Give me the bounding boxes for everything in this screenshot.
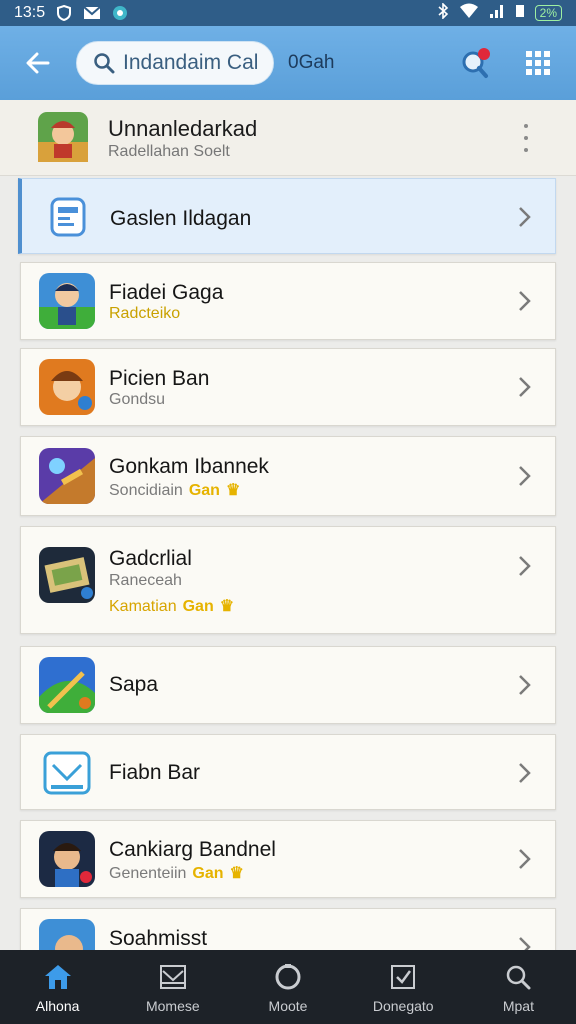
badge-label: Gan	[182, 598, 214, 615]
list-item-title: Sapa	[109, 673, 159, 696]
game-icon	[39, 831, 95, 887]
nav-label: Donegato	[372, 998, 434, 1014]
badge-label: Gan	[192, 865, 224, 882]
app-bar: Indandaim Cal 0Gah	[0, 26, 576, 100]
status-time: 13:5	[14, 4, 46, 21]
search-field[interactable]: Indandaim Cal	[76, 41, 274, 85]
nav-more[interactable]: Moote	[230, 950, 345, 1024]
list-item-title: Cankiarg Bandnel	[109, 838, 276, 861]
app-icon	[38, 112, 88, 162]
shield-icon	[55, 5, 73, 21]
app-title: Unnanledarkad	[108, 116, 258, 141]
list-item[interactable]: Gaslen Ildagan	[18, 178, 556, 254]
list-item-detail-text: Kamatian	[109, 598, 177, 615]
bluetooth-icon	[437, 1, 449, 24]
list-item[interactable]: Fiadei Gaga Radcteiko	[20, 262, 556, 340]
list-item-detail: Kamatian Gan ♛	[109, 596, 234, 616]
circle-icon	[273, 962, 303, 992]
list-item[interactable]: Picien Ban Gondsu	[20, 348, 556, 426]
sim-icon	[515, 4, 525, 23]
signal-icon	[489, 3, 505, 24]
notification-search-button[interactable]	[456, 43, 496, 83]
chevron-right-icon	[519, 291, 531, 311]
nav-label: Alhona	[35, 998, 80, 1014]
list-item-title: Soahmisst	[109, 927, 208, 950]
app-subtitle: Radellahan Soelt	[108, 143, 230, 160]
home-icon	[43, 962, 73, 992]
list-item-title: Gaslen Ildagan	[110, 207, 252, 230]
list-item-title: Fiadei Gaga	[109, 281, 224, 304]
checkbox-icon	[388, 962, 418, 992]
inbox-icon	[158, 962, 188, 992]
chevron-right-icon	[519, 763, 531, 783]
back-button[interactable]	[0, 26, 76, 100]
more-options-button[interactable]	[516, 124, 536, 152]
crown-icon: ♛	[219, 598, 235, 615]
search-text: Indandaim Cal	[123, 51, 259, 74]
status-bar: 13:5 2%	[0, 0, 576, 26]
list-item-title: Fiabn Bar	[109, 761, 201, 784]
chevron-right-icon	[519, 207, 531, 227]
app-header-card[interactable]: Unnanledarkad Radellahan Soelt	[0, 100, 576, 176]
crown-icon: ♛	[229, 865, 244, 882]
list-item[interactable]: Gadcrlial Raneceah Kamatian Gan ♛	[20, 526, 556, 634]
nav-label: Momese	[145, 998, 200, 1014]
list-item-subtitle-text: Soncidiain	[109, 482, 183, 499]
list-item[interactable]: Fiabn Bar	[20, 734, 556, 810]
mail-icon	[83, 5, 101, 21]
list-item-subtitle-text: Genenteiin	[109, 865, 187, 882]
nav-label: Moote	[268, 998, 308, 1014]
search-icon	[503, 962, 533, 992]
search-suffix-text: 0Gah	[288, 52, 335, 73]
search-icon	[93, 52, 115, 74]
crown-icon: ♛	[225, 482, 241, 499]
list-item[interactable]: Gonkam Ibannek Soncidiain Gan ♛	[20, 436, 556, 516]
grid-menu-button[interactable]	[518, 43, 558, 83]
bottom-navigation: Alhona Momese Moote Donegato Mpat	[0, 950, 576, 1024]
list-item-title: Picien Ban	[109, 367, 210, 390]
game-icon	[39, 448, 95, 504]
game-icon	[39, 273, 95, 329]
list-item-title: Gonkam Ibannek	[109, 455, 269, 478]
nav-home[interactable]: Alhona	[0, 950, 115, 1024]
message-icon	[39, 745, 95, 801]
nav-tasks[interactable]: Donegato	[346, 950, 461, 1024]
chevron-right-icon	[519, 377, 531, 397]
nav-search[interactable]: Mpat	[461, 950, 576, 1024]
list-item-subtitle: Radcteiko	[109, 305, 181, 322]
list-item-subtitle: Raneceah	[109, 572, 182, 589]
chevron-right-icon	[519, 466, 531, 486]
battery-indicator: 2%	[534, 5, 562, 21]
list-item[interactable]: Cankiarg Bandnel Genenteiin Gan ♛	[20, 820, 556, 898]
list-item-title: Gadcrlial	[109, 547, 192, 570]
app-notification-icon	[111, 5, 129, 21]
chevron-right-icon	[519, 849, 531, 869]
nav-label: Mpat	[502, 998, 534, 1014]
wifi-icon	[459, 3, 479, 24]
chevron-right-icon	[519, 675, 531, 695]
list-item-subtitle: Soncidiain Gan ♛	[109, 480, 240, 500]
list-item[interactable]: Sapa	[20, 646, 556, 724]
chevron-right-icon	[519, 556, 531, 576]
list-item-subtitle: Gondsu	[109, 391, 166, 408]
nav-messages[interactable]: Momese	[115, 950, 230, 1024]
card-icon	[40, 189, 96, 245]
search-alert-icon	[462, 48, 490, 78]
game-icon	[39, 359, 95, 415]
game-icon	[39, 657, 95, 713]
arrow-left-icon	[26, 52, 50, 74]
badge-label: Gan	[188, 482, 220, 499]
game-icon	[39, 547, 95, 603]
list-item-subtitle: Genenteiin Gan ♛	[109, 863, 244, 883]
grid-icon	[526, 51, 550, 75]
